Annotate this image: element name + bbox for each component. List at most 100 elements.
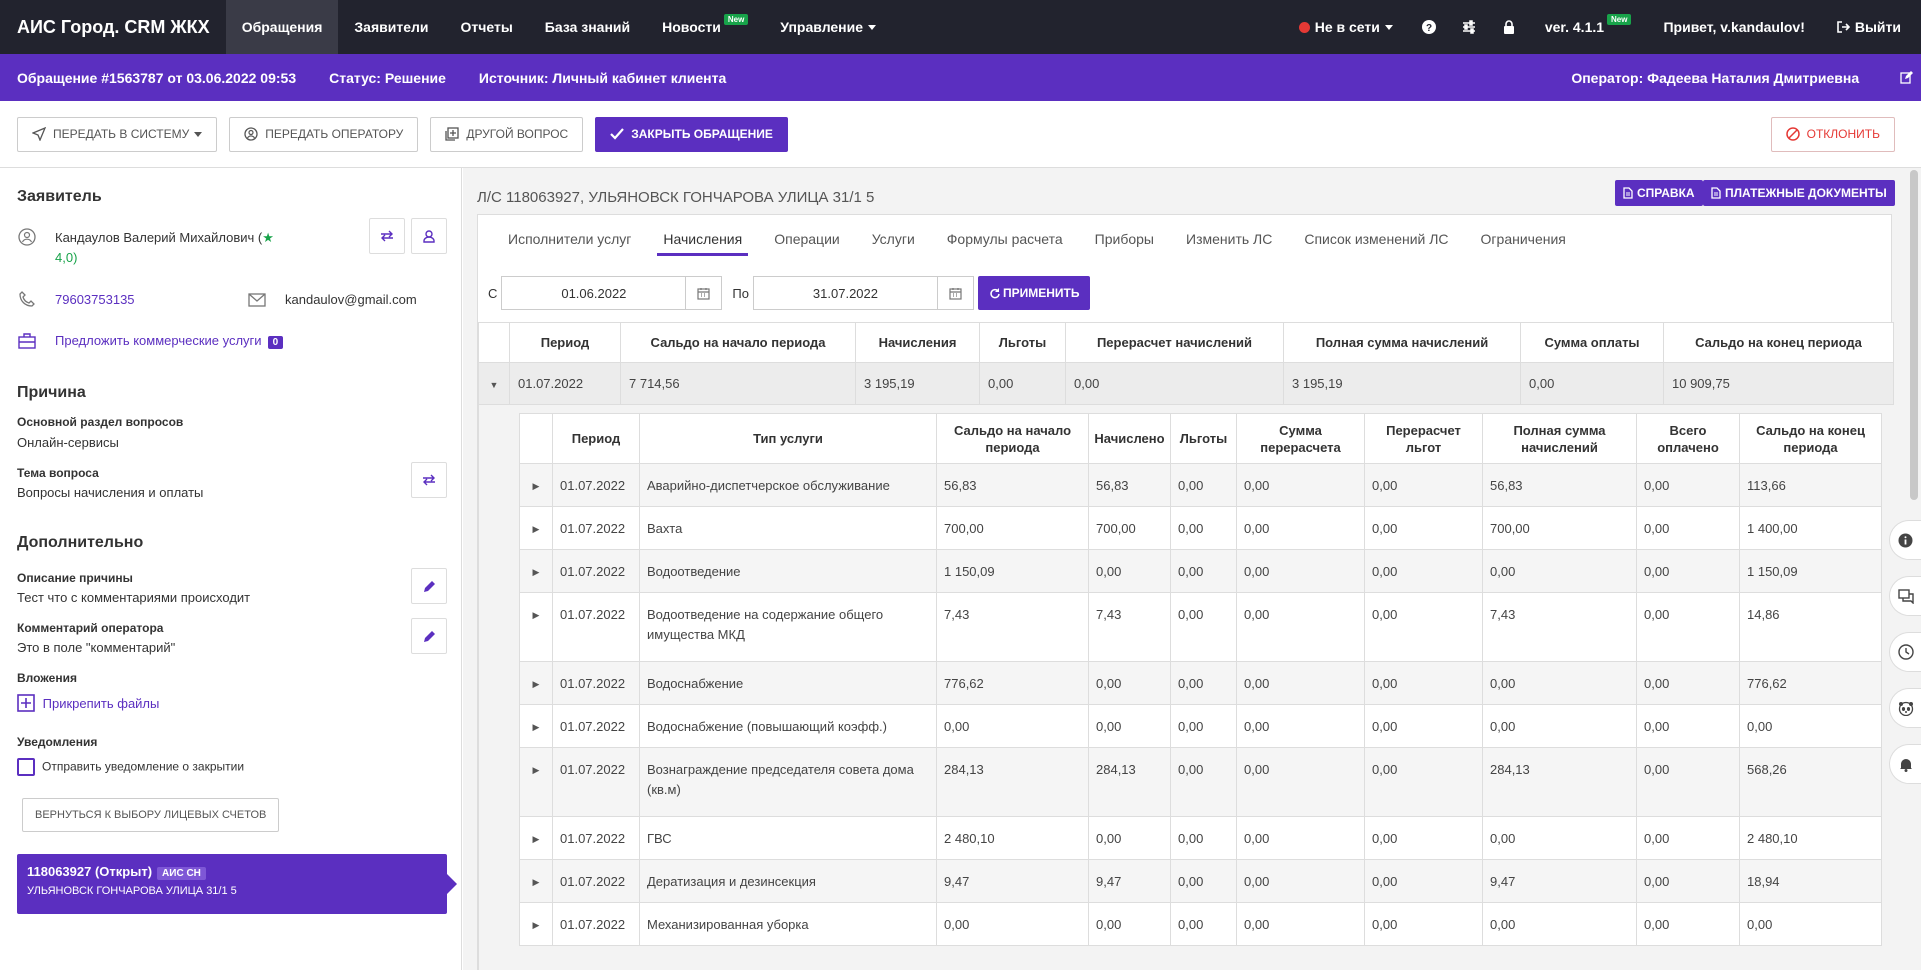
ticket-source: Источник: Личный кабинет клиента — [478, 69, 727, 86]
expand-row-toggle[interactable]: ▶ — [519, 592, 553, 662]
reject-button[interactable]: Отклонить — [1770, 116, 1895, 152]
date-filter: С 01.06.2022 По 31.07.2022 Применить — [478, 275, 1091, 311]
cell: 0,00 — [1170, 463, 1237, 507]
transfer-operator-button[interactable]: Передать оператору — [229, 116, 419, 152]
header-cell: Перерасчет льгот — [1364, 413, 1483, 464]
phone-link[interactable]: 79603753135 — [55, 292, 135, 307]
ticket-operator[interactable]: Оператор: Фадеева Наталия Дмитриевна — [1571, 70, 1913, 86]
table-row: ▶ 01.07.2022 Аварийно-диспетчерское обслуж… — [519, 463, 1882, 507]
nav-label: База знаний — [544, 19, 631, 35]
cell: 01.07.2022 — [552, 549, 640, 593]
briefcase-icon — [18, 333, 36, 349]
cell: 7 714,56 — [620, 362, 856, 405]
expand-row-toggle[interactable]: ▶ — [519, 859, 553, 903]
header-cell: Полная сумма начислений — [1482, 413, 1637, 464]
tab-edit-account[interactable]: Изменить ЛС — [1170, 215, 1288, 263]
swap-applicant-button[interactable] — [369, 218, 405, 254]
expand-row-toggle[interactable]: ▶ — [519, 816, 553, 860]
check-icon — [610, 128, 625, 140]
tab-services[interactable]: Услуги — [856, 215, 931, 263]
chat-icon[interactable] — [1889, 576, 1921, 616]
account-card[interactable]: 118063927 (Открыт) АИС СН УЛЬЯНОВСК ГОНЧА… — [17, 854, 457, 914]
cell: 284,13 — [1482, 747, 1637, 817]
tab-account-changes[interactable]: Список изменений ЛС — [1288, 215, 1464, 263]
bell-icon[interactable] — [1889, 744, 1921, 784]
new-badge: New — [723, 13, 749, 25]
close-ticket-button[interactable]: Закрыть обращение — [595, 116, 788, 152]
help-doc-button[interactable]: Справка — [1615, 180, 1703, 206]
cell: 1 150,09 — [1739, 549, 1882, 593]
cell: 0,00 — [1088, 549, 1171, 593]
collapse-row-toggle[interactable]: ▼ — [478, 362, 510, 405]
notify-checkbox[interactable]: Отправить уведомление о закрытии — [17, 758, 244, 776]
panda-icon[interactable] — [1889, 688, 1921, 728]
nav-tickets[interactable]: Обращения — [225, 0, 339, 54]
sliders-icon[interactable] — [1449, 0, 1489, 54]
user-greeting[interactable]: Привет, v.kandaulov! — [1647, 0, 1820, 54]
logout-button[interactable]: Выйти — [1821, 0, 1921, 54]
nav-news[interactable]: Новости New — [646, 0, 764, 54]
date-to-input[interactable]: 31.07.2022 — [752, 276, 938, 310]
help-icon[interactable]: ? — [1409, 0, 1449, 54]
calendar-icon[interactable] — [937, 276, 974, 310]
back-to-accounts-button[interactable]: Вернуться к выбору лицевых счетов — [22, 798, 280, 832]
cell: 01.07.2022 — [552, 902, 640, 946]
expand-row-toggle[interactable]: ▶ — [519, 506, 553, 550]
nav-knowledge-base[interactable]: База знаний — [529, 0, 646, 54]
header-cell: Льготы — [1170, 413, 1237, 464]
attach-files-link[interactable]: Прикрепить файлы — [17, 694, 159, 712]
phone-icon — [19, 291, 35, 307]
cell: Водоснабжение — [639, 661, 937, 705]
online-status-dropdown[interactable]: Не в сети — [1283, 0, 1409, 54]
tab-formulas[interactable]: Формулы расчета — [931, 215, 1079, 263]
attach-link-text: Прикрепить файлы — [42, 696, 160, 711]
change-topic-button[interactable] — [411, 462, 447, 498]
nav-management[interactable]: Управление — [764, 0, 892, 54]
tab-restrictions[interactable]: Ограничения — [1465, 215, 1582, 263]
applicant-profile-button[interactable] — [411, 218, 447, 254]
button-label: Справка — [1637, 186, 1695, 200]
tab-operations[interactable]: Операции — [758, 215, 856, 263]
user-circle-icon — [244, 127, 258, 141]
payment-docs-button[interactable]: Платежные документы — [1703, 180, 1895, 206]
header-cell: Сумма перерасчета — [1236, 413, 1365, 464]
tab-devices[interactable]: Приборы — [1079, 215, 1170, 263]
nav-applicants[interactable]: Заявители — [338, 0, 444, 54]
expand-row-toggle[interactable]: ▶ — [519, 549, 553, 593]
section-value: Онлайн-сервисы — [17, 435, 119, 450]
edit-desc-button[interactable] — [411, 568, 447, 604]
cell: 01.07.2022 — [552, 506, 640, 550]
cell: 01.07.2022 — [552, 859, 640, 903]
caret-right-icon: ▶ — [532, 524, 540, 534]
ticket-info-bar: Обращение #1563787 от 03.06.2022 09:53 С… — [0, 54, 1921, 101]
expand-row-toggle[interactable]: ▶ — [519, 747, 553, 817]
clock-icon[interactable] — [1889, 632, 1921, 672]
cell: 01.07.2022 — [552, 816, 640, 860]
expand-row-toggle[interactable]: ▶ — [519, 704, 553, 748]
button-label: Платежные документы — [1725, 186, 1887, 200]
left-panel: Заявитель Кандаулов Валерий Михайлович (… — [0, 168, 462, 970]
brand-logo[interactable]: АИС Город. CRM ЖКХ — [0, 17, 226, 38]
date-from-input[interactable]: 01.06.2022 — [501, 276, 687, 310]
checkbox-box[interactable] — [17, 758, 35, 776]
edit-comment-button[interactable] — [411, 618, 447, 654]
nav-reports[interactable]: Отчеты — [445, 0, 529, 54]
lock-icon[interactable] — [1489, 0, 1529, 54]
expand-row-toggle[interactable]: ▶ — [519, 463, 553, 507]
other-question-button[interactable]: Другой вопрос — [430, 116, 584, 152]
tab-charges[interactable]: Начисления — [647, 215, 758, 263]
button-label: Отклонить — [1806, 127, 1880, 141]
caret-right-icon: ▶ — [532, 679, 540, 689]
nav-label: Управление — [780, 19, 864, 35]
tab-service-providers[interactable]: Исполнители услуг — [492, 215, 647, 263]
transfer-system-button[interactable]: Передать в систему — [17, 116, 218, 152]
nav-label: Новости — [662, 19, 721, 35]
info-icon[interactable] — [1889, 520, 1921, 560]
apply-button[interactable]: Применить — [977, 276, 1091, 310]
account-address: УЛЬЯНОВСК ГОНЧАРОВА УЛИЦА 31/1 5 — [27, 885, 237, 897]
expand-row-toggle[interactable]: ▶ — [519, 661, 553, 705]
calendar-icon[interactable] — [686, 276, 723, 310]
scrollbar-thumb[interactable] — [1910, 170, 1918, 500]
expand-row-toggle[interactable]: ▶ — [519, 902, 553, 946]
offer-services[interactable]: Предложить коммерческие услуги 0 — [55, 333, 284, 349]
